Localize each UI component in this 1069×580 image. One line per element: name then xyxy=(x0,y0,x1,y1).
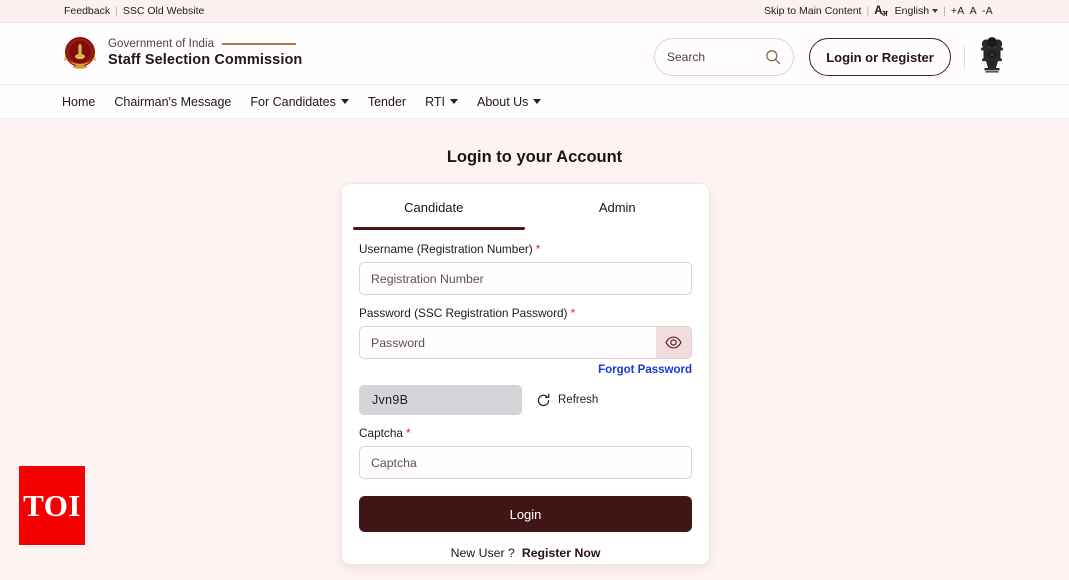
refresh-captcha-button[interactable]: Refresh xyxy=(536,393,598,408)
required-asterisk: * xyxy=(405,426,411,440)
nav-item-rti[interactable]: RTI xyxy=(425,95,458,109)
language-selector-label: English xyxy=(894,5,930,17)
page-title: Login to your Account xyxy=(446,148,623,166)
tab-admin-label: Admin xyxy=(598,199,636,215)
tab-admin[interactable]: Admin xyxy=(526,184,710,230)
font-size-increase-button[interactable]: +A xyxy=(951,5,965,17)
tab-candidate-label: Candidate xyxy=(404,199,464,215)
toi-watermark-text: TOI xyxy=(23,487,81,523)
captcha-label: Captcha * xyxy=(359,426,692,440)
password-input-wrapper: Password xyxy=(359,326,692,359)
login-tabs: Candidate Admin xyxy=(342,184,709,230)
language-icon-devanagari: अ xyxy=(881,9,888,18)
nav-item-about-us-label: About Us xyxy=(477,94,529,109)
nav-item-chairmans-message[interactable]: Chairman's Message xyxy=(114,95,231,109)
toi-watermark: TOI xyxy=(19,466,85,545)
tab-candidate[interactable]: Candidate xyxy=(342,184,526,230)
national-emblem-icon xyxy=(981,37,1003,73)
password-field-group: Password (SSC Registration Password) * P… xyxy=(359,306,692,376)
site-header: Government of India Staff Selection Comm… xyxy=(0,22,1069,84)
nav-item-home-label: Home xyxy=(62,94,96,109)
utility-bar: Feedback | SSC Old Website Skip to Main … xyxy=(0,0,1069,22)
nav-item-for-candidates[interactable]: For Candidates xyxy=(250,94,349,109)
utility-separator-3: | xyxy=(943,5,946,17)
register-now-link[interactable]: Register Now xyxy=(522,546,601,560)
refresh-icon xyxy=(537,393,550,406)
username-field-group: Username (Registration Number) * Registr… xyxy=(359,242,692,295)
username-label: Username (Registration Number) * xyxy=(359,242,692,256)
utility-separator-2: | xyxy=(866,5,870,17)
language-selector[interactable]: English xyxy=(894,5,939,17)
chevron-down-icon xyxy=(340,99,349,104)
password-label: Password (SSC Registration Password) * xyxy=(359,306,692,320)
username-input[interactable]: Registration Number xyxy=(359,262,692,295)
ssc-old-website-link[interactable]: SSC Old Website xyxy=(123,5,205,17)
nav-item-tender[interactable]: Tender xyxy=(368,95,406,109)
brand-government-line: Government of India xyxy=(108,38,302,50)
new-user-text: New User ? xyxy=(450,546,515,560)
captcha-input-placeholder: Captcha xyxy=(371,455,417,470)
font-size-normal-button[interactable]: A xyxy=(970,5,977,17)
brand-government-label: Government of India xyxy=(108,38,215,50)
login-card: Candidate Admin Username (Registration N… xyxy=(341,183,710,565)
login-submit-button[interactable]: Login xyxy=(359,496,692,532)
required-asterisk: * xyxy=(570,306,576,320)
chevron-down-icon xyxy=(450,99,458,104)
feedback-link[interactable]: Feedback xyxy=(64,5,110,17)
password-input-placeholder: Password xyxy=(371,335,425,350)
brand-block[interactable]: Government of India Staff Selection Comm… xyxy=(62,33,302,73)
captcha-display-row: Jvn9B Refresh xyxy=(359,385,692,415)
eye-icon xyxy=(665,336,682,349)
brand-text: Government of India Staff Selection Comm… xyxy=(108,38,302,68)
main-navigation: Home Chairman's Message For Candidates T… xyxy=(0,84,1069,119)
utility-separator-1: | xyxy=(115,5,118,17)
nav-items: Home Chairman's Message For Candidates T… xyxy=(62,94,542,109)
nav-item-for-candidates-label: For Candidates xyxy=(250,94,336,109)
captcha-label-text: Captcha xyxy=(359,426,403,440)
toggle-password-visibility-button[interactable] xyxy=(656,327,691,358)
ssc-emblem-icon xyxy=(64,37,96,69)
page-root: Feedback | SSC Old Website Skip to Main … xyxy=(0,0,1069,580)
username-label-text: Username (Registration Number) xyxy=(359,242,533,256)
nav-item-rti-label: RTI xyxy=(425,94,445,109)
active-tab-indicator xyxy=(353,227,525,230)
captcha-image: Jvn9B xyxy=(359,385,522,415)
font-size-decrease-button[interactable]: -A xyxy=(982,5,993,17)
search-icon[interactable] xyxy=(765,49,781,65)
password-input[interactable]: Password xyxy=(359,326,692,359)
nav-item-chairmans-message-label: Chairman's Message xyxy=(114,94,232,109)
captcha-input[interactable]: Captcha xyxy=(359,446,692,479)
username-input-placeholder: Registration Number xyxy=(371,271,484,286)
login-or-register-button[interactable]: Login or Register xyxy=(809,38,951,76)
search-box[interactable]: Search xyxy=(654,38,794,76)
brand-organisation-name: Staff Selection Commission xyxy=(108,52,303,68)
login-form: Username (Registration Number) * Registr… xyxy=(342,230,709,560)
chevron-down-icon xyxy=(932,9,939,13)
utility-bar-right: Skip to Main Content | Aअ English | +A A… xyxy=(764,5,993,18)
refresh-captcha-label: Refresh xyxy=(558,394,599,406)
forgot-password-link[interactable]: Forgot Password xyxy=(359,364,692,376)
brand-rule-divider xyxy=(222,43,297,45)
nav-item-home[interactable]: Home xyxy=(62,95,95,109)
utility-bar-left: Feedback | SSC Old Website xyxy=(64,5,204,17)
password-label-text: Password (SSC Registration Password) xyxy=(359,306,568,320)
captcha-field-group: Captcha * Captcha xyxy=(359,426,692,479)
language-icon: Aअ xyxy=(874,5,888,18)
search-pill[interactable]: Search xyxy=(654,38,794,76)
header-divider xyxy=(964,45,965,69)
required-asterisk: * xyxy=(535,242,541,256)
nav-item-tender-label: Tender xyxy=(367,94,407,109)
new-user-row: New User ? Register Now xyxy=(359,546,692,560)
skip-to-main-content-link[interactable]: Skip to Main Content xyxy=(764,5,861,17)
nav-item-about-us[interactable]: About Us xyxy=(477,94,542,109)
chevron-down-icon xyxy=(533,99,542,104)
search-input[interactable]: Search xyxy=(667,50,765,64)
